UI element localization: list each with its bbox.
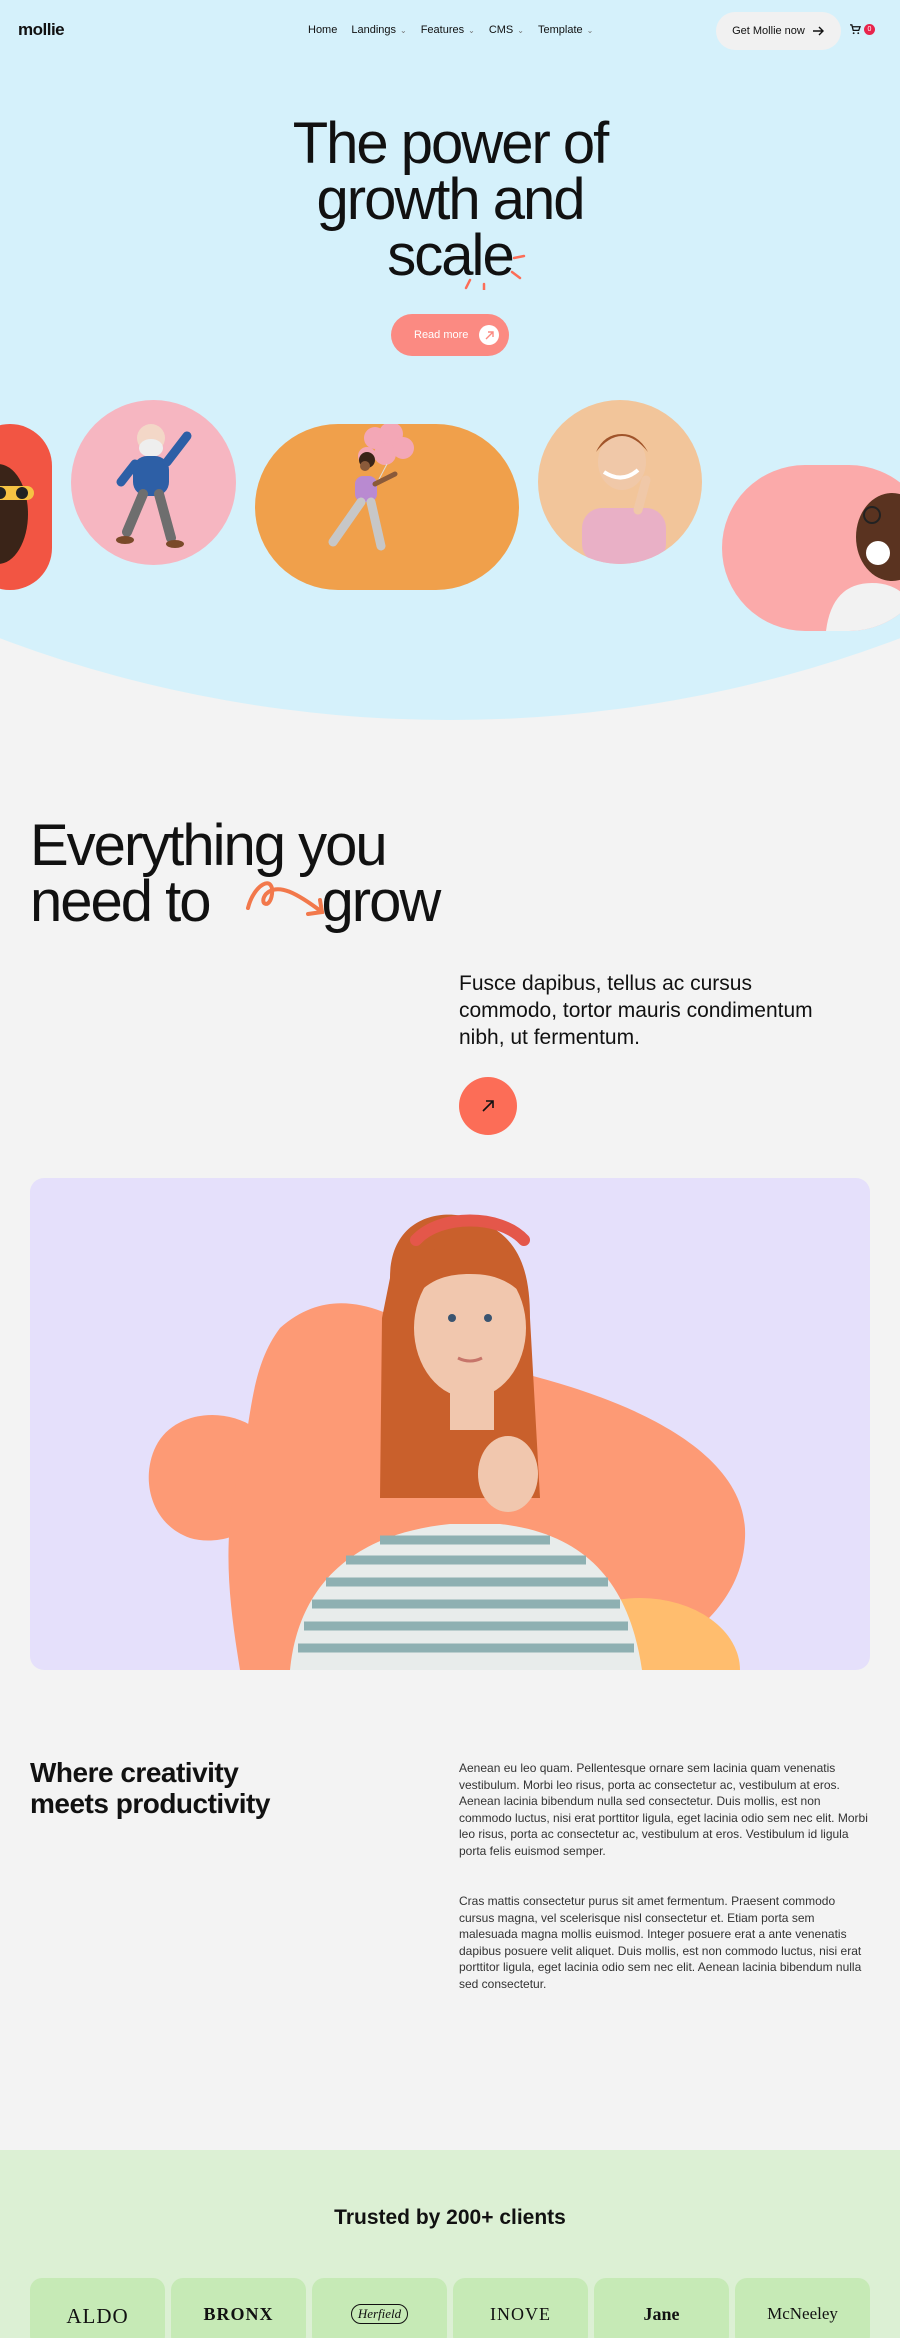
- menu-label: CMS: [488, 24, 514, 36]
- chevron-down-icon: ⌄: [468, 25, 475, 35]
- cart-icon: [850, 24, 861, 35]
- client-logo-mcneeley: McNeeley: [767, 2304, 838, 2323]
- main-menu: Home Landings ⌄ Features ⌄ CMS ⌄ Templat…: [308, 24, 593, 36]
- photo-woman-with-balloons: [255, 424, 519, 590]
- client-logo-herfield: Herfield: [350, 2304, 409, 2324]
- menu-item-template[interactable]: Template ⌄: [538, 24, 593, 36]
- grow-arrow-button[interactable]: [459, 1077, 517, 1135]
- photo-laughing-man-glasses: [722, 465, 900, 631]
- read-more-label: Read more: [414, 329, 469, 341]
- grow-title-line: Everything you: [30, 813, 388, 878]
- photo-laughing-woman-sweater: [538, 400, 702, 564]
- menu-item-home[interactable]: Home: [308, 24, 337, 36]
- squiggle-arrow-decoration: [246, 881, 325, 916]
- hero-section: mollie Home Landings ⌄ Features ⌄ CMS ⌄ …: [0, 0, 900, 730]
- client-logo-card[interactable]: Herfield: [312, 2278, 447, 2338]
- client-logo-card[interactable]: ALDO: [30, 2278, 165, 2338]
- cta-label: Get Mollie now: [732, 25, 805, 37]
- client-logo-card[interactable]: McNeeley: [735, 2278, 870, 2338]
- hero-title-line: scale: [387, 223, 514, 288]
- menu-label: Landings: [351, 24, 396, 36]
- menu-label: Home: [308, 24, 338, 36]
- arrow-up-right-icon: [479, 325, 499, 345]
- client-logo-jane: Jane: [643, 2304, 680, 2324]
- client-logo-bronx: BRONX: [203, 2304, 274, 2324]
- client-logo-aldo: ALDO: [66, 2304, 129, 2328]
- arrow-right-icon: [812, 26, 824, 36]
- sparkle-decoration: [464, 254, 526, 290]
- trusted-title: Trusted by 200+ clients: [334, 2206, 566, 2229]
- read-more-button[interactable]: Read more: [391, 314, 509, 356]
- get-mollie-button[interactable]: Get Mollie now: [716, 12, 841, 50]
- arrow-up-right-icon: [482, 1100, 494, 1112]
- creativity-title-line: meets productivity: [30, 1788, 270, 1819]
- creativity-title-line: Where creativity: [30, 1757, 239, 1788]
- client-logo-card[interactable]: INOVE: [453, 2278, 588, 2338]
- creativity-paragraph: Cras mattis consectetur purus sit amet f…: [459, 1894, 862, 1991]
- hero-title-line: The power of: [292, 111, 610, 176]
- grow-section-title: Everything you need to grow: [30, 813, 441, 931]
- menu-item-cms[interactable]: CMS ⌄: [489, 24, 524, 36]
- client-logo-inove: INOVE: [490, 2304, 551, 2324]
- grow-lead-text: Fusce dapibus, tellus ac cursus commodo,…: [459, 972, 813, 1049]
- creativity-paragraph: Aenean eu leo quam. Pellentesque ornare …: [459, 1761, 868, 1858]
- client-logo-card[interactable]: Jane: [594, 2278, 729, 2338]
- grow-title-part: need to: [30, 869, 212, 934]
- creativity-title: Where creativity meets productivity: [30, 1757, 270, 1819]
- photo-person-sunglasses: [0, 424, 52, 590]
- hero-title-line: growth and: [316, 167, 586, 232]
- cart-button[interactable]: 0: [850, 24, 875, 35]
- client-logo-card[interactable]: BRONX: [171, 2278, 306, 2338]
- chevron-down-icon: ⌄: [517, 25, 524, 35]
- feature-image-panel: [30, 1178, 870, 1670]
- chevron-down-icon: ⌄: [586, 25, 594, 35]
- top-nav: mollie Home Landings ⌄ Features ⌄ CMS ⌄ …: [0, 0, 900, 62]
- hero-title: The power of growth and scale: [0, 111, 900, 288]
- feature-illustration: [148, 1214, 746, 1670]
- menu-label: Template: [537, 24, 583, 36]
- menu-item-features[interactable]: Features ⌄: [421, 24, 475, 36]
- grow-title-part: grow: [321, 869, 442, 934]
- menu-item-landings[interactable]: Landings ⌄: [351, 24, 406, 36]
- cart-count-badge: 0: [864, 24, 875, 35]
- chevron-down-icon: ⌄: [400, 25, 407, 35]
- site-logo[interactable]: mollie: [18, 20, 65, 40]
- photo-3d-old-man-dancing: [71, 400, 236, 565]
- menu-label: Features: [420, 24, 465, 36]
